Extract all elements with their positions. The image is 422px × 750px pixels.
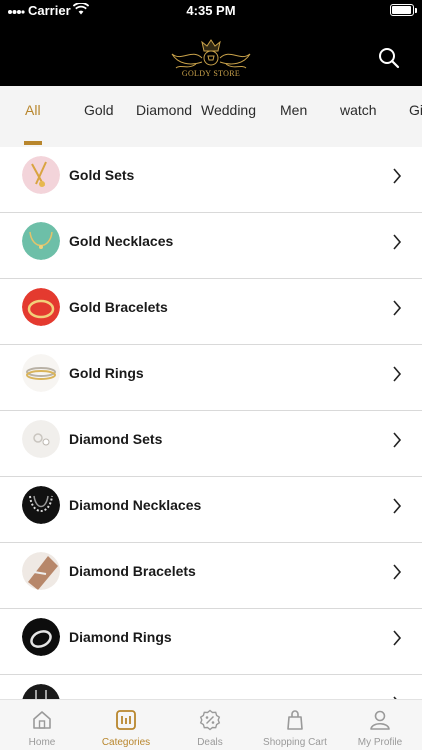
battery-icon: [390, 4, 417, 16]
home-icon: [33, 711, 51, 729]
cart-icon: [287, 710, 303, 730]
nav-shopping-cart[interactable]: Shopping Cart: [252, 700, 338, 750]
chevron-right-icon: [393, 234, 402, 250]
chevron-right-icon: [393, 498, 402, 514]
category-row-gold-bracelets[interactable]: Gold Bracelets: [0, 279, 422, 345]
gold-sets-thumb: [22, 156, 60, 194]
tab-gold[interactable]: Gold: [84, 102, 114, 118]
category-label: Gold Necklaces: [69, 233, 174, 249]
active-tab-indicator: [24, 141, 42, 145]
category-list: Gold Sets Gold Necklaces Gold Bracelets …: [0, 147, 422, 699]
category-row-partial[interactable]: [0, 675, 422, 699]
category-tabs: All Gold Diamond Wedding Men watch Gi: [0, 86, 422, 147]
category-row-diamond-rings[interactable]: Diamond Rings: [0, 609, 422, 675]
category-label: Diamond Bracelets: [69, 563, 196, 579]
status-time: 4:35 PM: [186, 3, 236, 18]
nav-categories[interactable]: Categories: [84, 700, 168, 750]
chevron-right-icon: [393, 300, 402, 316]
chevron-right-icon: [393, 432, 402, 448]
chevron-right-icon: [393, 366, 402, 382]
gold-bracelets-thumb: [22, 288, 60, 326]
tab-diamond[interactable]: Diamond: [136, 102, 192, 118]
category-row-gold-necklaces[interactable]: Gold Necklaces: [0, 213, 422, 279]
category-label: Gold Rings: [69, 365, 144, 381]
tab-watch[interactable]: watch: [340, 102, 377, 118]
category-label: Diamond Rings: [69, 629, 172, 645]
nav-label: Home: [28, 737, 56, 748]
category-label: Gold Sets: [69, 167, 135, 183]
nav-deals[interactable]: Deals: [168, 700, 252, 750]
tab-wedding[interactable]: Wedding: [201, 102, 256, 118]
category-row-diamond-necklaces[interactable]: Diamond Necklaces: [0, 477, 422, 543]
partial-category-thumb: [22, 684, 60, 699]
nav-label: Deals: [197, 737, 223, 748]
gold-necklaces-thumb: [22, 222, 60, 260]
profile-icon: [370, 710, 390, 730]
status-bar: Carrier 4:35 PM: [0, 0, 422, 22]
tab-men[interactable]: Men: [280, 102, 307, 118]
category-row-gold-sets[interactable]: Gold Sets: [0, 147, 422, 213]
nav-label: My Profile: [357, 737, 403, 748]
app-header: Carrier 4:35 PM GOLDY STORE: [0, 0, 422, 86]
nav-my-profile[interactable]: My Profile: [338, 700, 422, 750]
logo-text: GOLDY STORE: [181, 69, 241, 78]
chevron-right-icon: [393, 168, 402, 184]
diamond-sets-thumb: [22, 420, 60, 458]
nav-home[interactable]: Home: [0, 700, 84, 750]
tab-all[interactable]: All: [25, 102, 41, 118]
category-row-diamond-sets[interactable]: Diamond Sets: [0, 411, 422, 477]
category-row-diamond-bracelets[interactable]: Diamond Bracelets: [0, 543, 422, 609]
chevron-right-icon: [393, 630, 402, 646]
nav-label: Shopping Cart: [263, 737, 327, 748]
diamond-bracelets-thumb: [22, 552, 60, 590]
deals-icon: [199, 709, 221, 731]
nav-label: Categories: [101, 737, 151, 748]
gold-rings-thumb: [22, 354, 60, 392]
category-label: Gold Bracelets: [69, 299, 168, 315]
search-icon[interactable]: [378, 47, 400, 69]
crown-logo-icon: [171, 39, 251, 69]
bottom-nav-bar: Home Categories Deals Shopping Cart My P…: [0, 699, 422, 750]
diamond-rings-thumb: [22, 618, 60, 656]
store-logo: GOLDY STORE: [166, 34, 256, 82]
battery-fill: [392, 6, 411, 14]
category-label: Diamond Sets: [69, 431, 163, 447]
tab-gifts[interactable]: Gi: [409, 102, 422, 118]
categories-icon: [116, 710, 136, 730]
chevron-right-icon: [393, 564, 402, 580]
category-label: Diamond Necklaces: [69, 497, 202, 513]
category-row-gold-rings[interactable]: Gold Rings: [0, 345, 422, 411]
diamond-necklaces-thumb: [22, 486, 60, 524]
